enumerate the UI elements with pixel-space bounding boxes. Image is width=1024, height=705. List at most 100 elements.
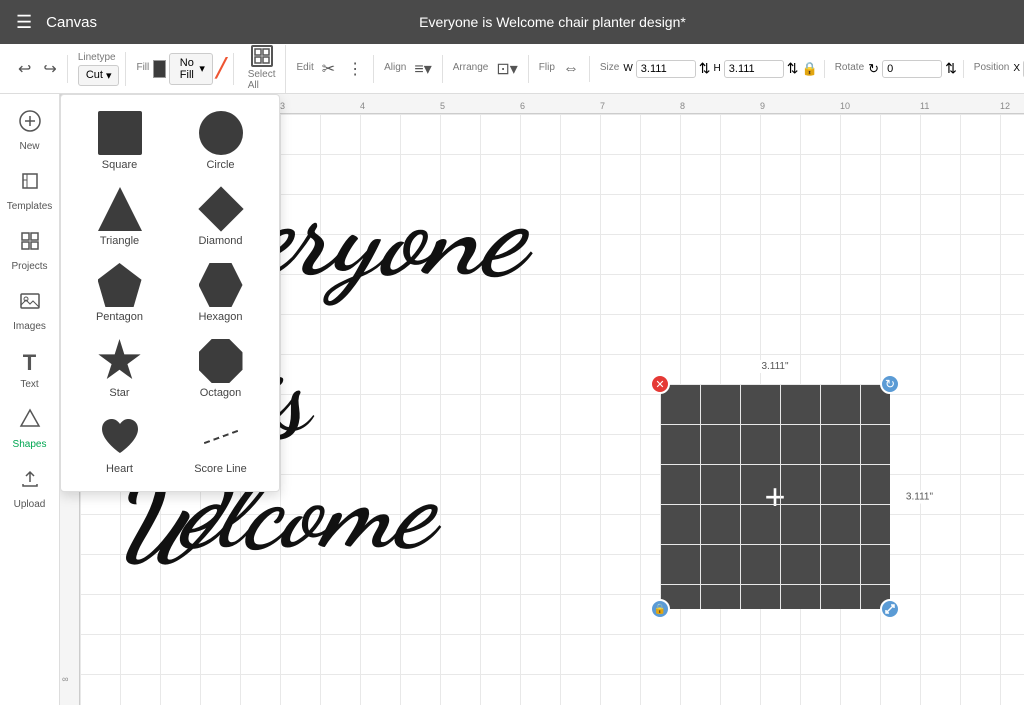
redo-button[interactable]: ↪: [39, 55, 60, 83]
size-group: Size W ⇅ H ⇅ 🔒: [594, 60, 825, 78]
canvas-area[interactable]: 0 1 2 3 4 5 6 7 8 9 10 11 12 ∞ ∞ Everyon…: [60, 94, 1024, 705]
select-all-button[interactable]: Select All: [244, 45, 280, 93]
shape-item-triangle[interactable]: Triangle: [77, 187, 162, 247]
shape-item-hexagon[interactable]: Hexagon: [178, 263, 263, 323]
shape-item-score-line[interactable]: Score Line: [178, 415, 263, 475]
sidebar-label-templates: Templates: [7, 201, 53, 212]
templates-icon: [19, 170, 41, 198]
rotate-handle[interactable]: ↻: [880, 374, 900, 394]
flip-button[interactable]: ⇔: [559, 56, 583, 82]
text-icon: T: [23, 350, 36, 376]
hexagon-shape: [199, 263, 243, 307]
score-line-shape: [199, 415, 243, 459]
sidebar-item-text[interactable]: T Text: [0, 342, 59, 398]
size-stepper-icon[interactable]: ⇅: [699, 60, 711, 77]
main-area: New Templates Projects: [0, 94, 1024, 705]
size-label: Size: [600, 62, 619, 73]
circle-shape: [199, 111, 243, 155]
star-label: Star: [109, 387, 129, 399]
shape-item-star[interactable]: Star: [77, 339, 162, 399]
edit-group: Edit ✂ ⋮: [290, 55, 374, 83]
square-shape: [98, 111, 142, 155]
size-w-label: W: [623, 63, 632, 74]
shape-item-octagon[interactable]: Octagon: [178, 339, 263, 399]
edit-label: Edit: [296, 62, 313, 73]
sidebar-label-text: Text: [20, 379, 38, 390]
sidebar-label-upload: Upload: [14, 499, 46, 510]
rotate-icon: ↻: [868, 61, 879, 77]
edit-more-icon[interactable]: ⋮: [343, 55, 367, 83]
shape-item-square[interactable]: Square: [77, 111, 162, 171]
menu-icon[interactable]: ☰: [16, 12, 32, 33]
score-line-label: Score Line: [194, 463, 247, 475]
pen-tool-icon[interactable]: ╱: [216, 58, 227, 79]
select-all-icon: [251, 45, 273, 67]
undo-redo-group: ↩ ↪: [8, 55, 68, 83]
diamond-shape: [198, 186, 243, 231]
shapes-popup: Square Circle Triangle Diamond: [60, 94, 280, 492]
arrange-group: Arrange ⊡▾: [447, 55, 529, 83]
align-group: Align ≡▾: [378, 55, 443, 83]
sidebar-item-images[interactable]: Images: [0, 282, 59, 340]
sidebar-item-templates[interactable]: Templates: [0, 162, 59, 220]
star-shape: [98, 339, 142, 383]
linetype-select[interactable]: Cut ▾: [78, 65, 120, 86]
selected-shape[interactable]: + 3.111" 3.111" ✕ ↻ 🔒: [660, 384, 890, 609]
rotate-group: Rotate ↻ ⇅: [829, 60, 964, 78]
size-h-input[interactable]: [724, 60, 784, 78]
shape-item-diamond[interactable]: Diamond: [178, 187, 263, 247]
heart-label: Heart: [106, 463, 133, 475]
fill-label: Fill: [136, 62, 149, 73]
undo-button[interactable]: ↩: [14, 55, 35, 83]
size-h-label: H: [714, 63, 721, 74]
lock-handle[interactable]: 🔒: [650, 599, 670, 619]
rotate-input[interactable]: [882, 60, 942, 78]
sidebar-label-shapes: Shapes: [13, 439, 47, 450]
select-all-label: Select All: [248, 69, 276, 91]
diamond-shape-wrap: [199, 187, 243, 231]
fill-select[interactable]: No Fill ▾: [169, 53, 213, 85]
octagon-label: Octagon: [200, 387, 242, 399]
arrange-button[interactable]: ⊡▾: [492, 55, 521, 83]
align-label: Align: [384, 62, 406, 73]
pentagon-label: Pentagon: [96, 311, 143, 323]
delete-handle[interactable]: ✕: [650, 374, 670, 394]
size-w-input[interactable]: [636, 60, 696, 78]
lock-icon[interactable]: 🔒: [802, 61, 818, 77]
shape-center-plus: +: [764, 476, 785, 518]
heart-shape: [98, 415, 142, 459]
edit-scissors-icon[interactable]: ✂: [318, 55, 339, 83]
select-all-group: Select All: [238, 45, 287, 93]
triangle-shape: [98, 187, 142, 231]
shape-item-pentagon[interactable]: Pentagon: [77, 263, 162, 323]
align-button[interactable]: ≡▾: [410, 55, 435, 83]
position-group: Position X ⇅ Y: [968, 60, 1024, 78]
fill-group: Fill No Fill ▾ ╱: [130, 53, 233, 85]
triangle-label: Triangle: [100, 235, 139, 247]
size-h-stepper-icon[interactable]: ⇅: [787, 60, 799, 77]
diamond-label: Diamond: [198, 235, 242, 247]
dimension-width-label: 3.111": [758, 360, 791, 373]
app-title: Canvas: [46, 14, 97, 31]
dimension-height-label: 3.111": [903, 490, 936, 503]
scale-handle[interactable]: [880, 599, 900, 619]
linetype-label: Linetype: [78, 52, 120, 63]
shape-item-heart[interactable]: Heart: [77, 415, 162, 475]
sidebar-item-projects[interactable]: Projects: [0, 222, 59, 280]
sidebar-item-upload[interactable]: Upload: [0, 460, 59, 518]
sidebar-item-shapes[interactable]: Shapes: [0, 400, 59, 458]
images-icon: [19, 290, 41, 318]
square-label: Square: [102, 159, 137, 171]
arrange-label: Arrange: [453, 62, 489, 73]
flip-group: Flip ⇔: [533, 56, 590, 82]
pentagon-shape: [98, 263, 142, 307]
rotate-stepper-icon[interactable]: ⇅: [945, 60, 957, 77]
shapes-icon: [19, 408, 41, 436]
shape-item-circle[interactable]: Circle: [178, 111, 263, 171]
fill-color-swatch[interactable]: [153, 60, 166, 78]
doc-title: Everyone is Welcome chair planter design…: [97, 14, 1008, 30]
circle-label: Circle: [206, 159, 234, 171]
sidebar-label-new: New: [19, 141, 39, 152]
hexagon-label: Hexagon: [198, 311, 242, 323]
sidebar-item-new[interactable]: New: [0, 102, 59, 160]
